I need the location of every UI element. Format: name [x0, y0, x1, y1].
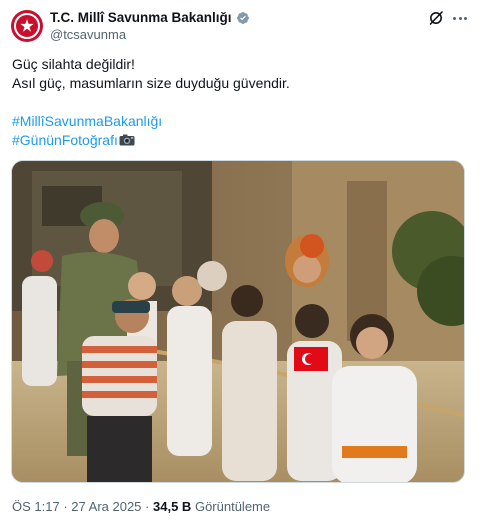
tweet-text: Güç silahta değildir! Asıl güç, masumlar…: [12, 55, 472, 150]
hashtag-link[interactable]: #GününFotoğrafı: [12, 132, 118, 148]
display-name[interactable]: T.C. Millî Savunma Bakanlığı: [50, 10, 232, 25]
ministry-logo-icon: [14, 13, 40, 39]
verified-badge-icon[interactable]: [236, 11, 250, 25]
view-label: Görüntüleme: [194, 499, 271, 514]
grok-icon[interactable]: [428, 10, 444, 26]
tweet-line-2: Asıl güç, masumların size duyduğu güvend…: [12, 75, 290, 91]
meta-separator: ·: [63, 499, 68, 514]
tweet: T.C. Millî Savunma Bakanlığı @tcsavunma …: [0, 0, 485, 527]
meta-separator: ·: [145, 499, 150, 514]
tweet-photo[interactable]: [11, 160, 465, 483]
photo-image: [12, 161, 464, 482]
avatar[interactable]: [11, 10, 43, 42]
more-icon[interactable]: [450, 9, 470, 27]
hashtag-link[interactable]: #MillîSavunmaBakanlığı: [12, 113, 162, 129]
tweet-line-1: Güç silahta değildir!: [12, 56, 135, 72]
author-name-row: T.C. Millî Savunma Bakanlığı: [50, 10, 250, 25]
view-count: 34,5 B: [153, 499, 192, 514]
handle[interactable]: @tcsavunma: [50, 27, 126, 42]
tweet-time[interactable]: ÖS 1:17: [12, 499, 60, 514]
tweet-meta: ÖS 1:17 · 27 Ara 2025 · 34,5 B Görüntüle…: [12, 499, 270, 514]
camera-emoji-icon: [119, 134, 135, 146]
tweet-date[interactable]: 27 Ara 2025: [71, 499, 141, 514]
